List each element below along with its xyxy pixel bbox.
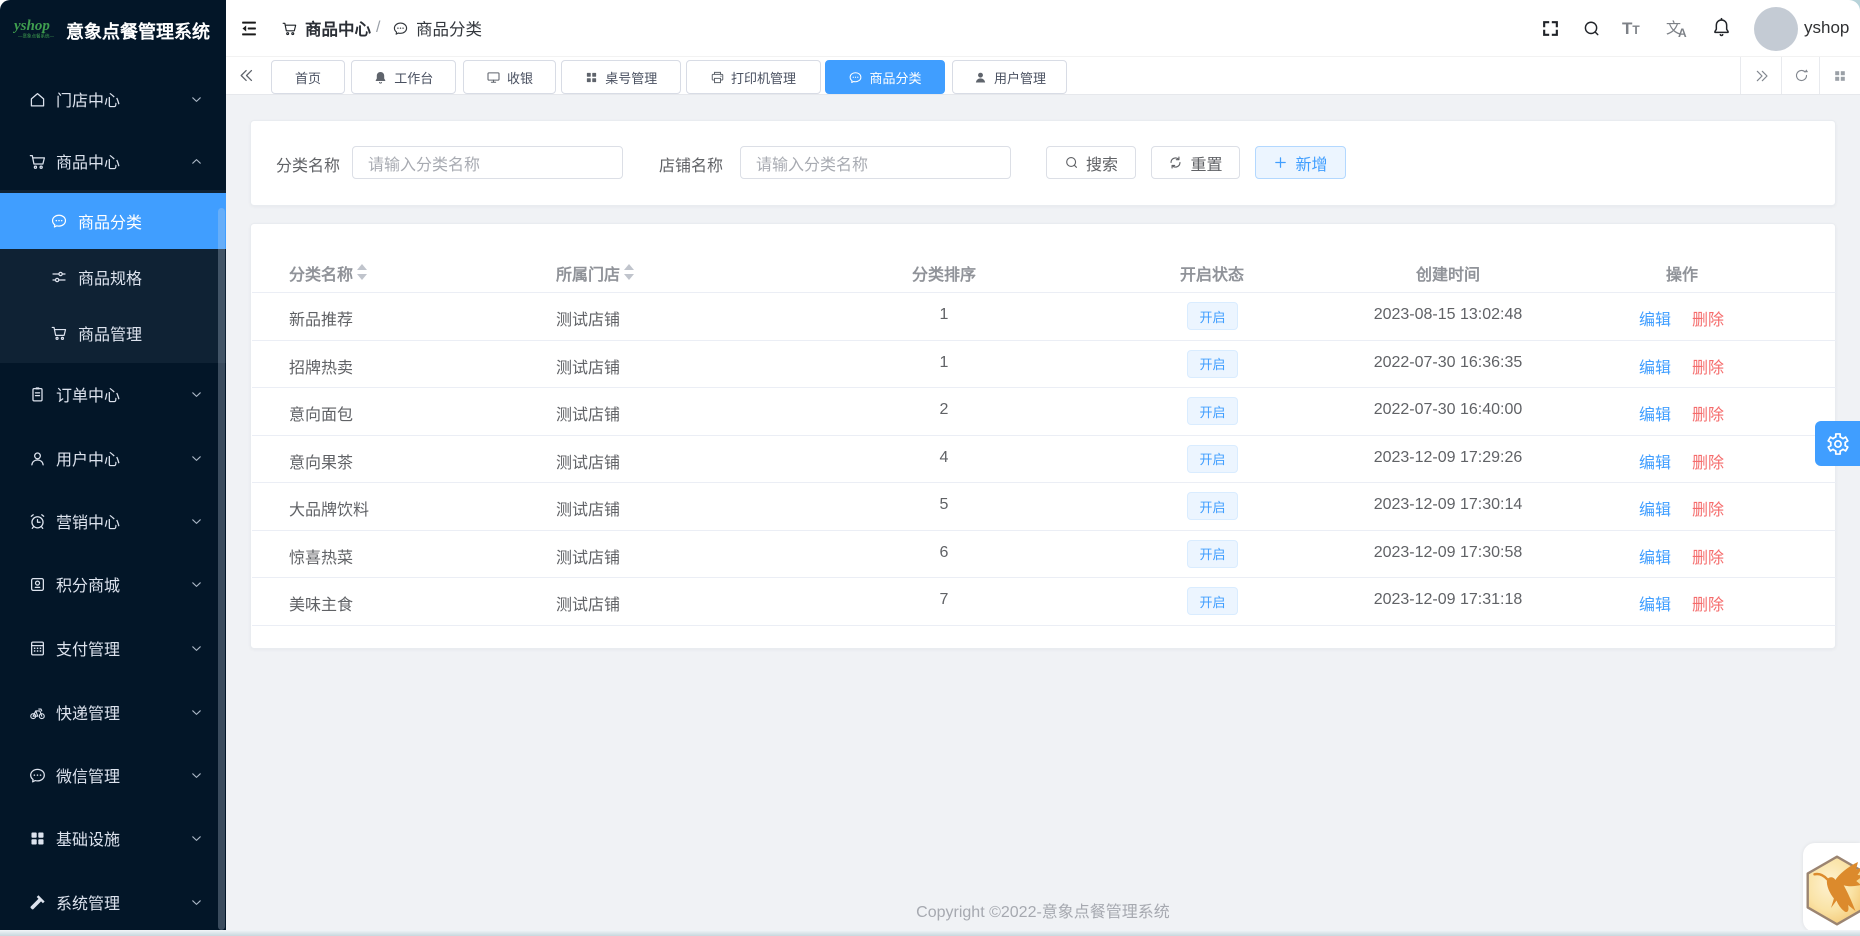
svg-text:—意象点餐系统—: —意象点餐系统— — [18, 33, 54, 40]
svg-text:yshop: yshop — [13, 18, 50, 34]
